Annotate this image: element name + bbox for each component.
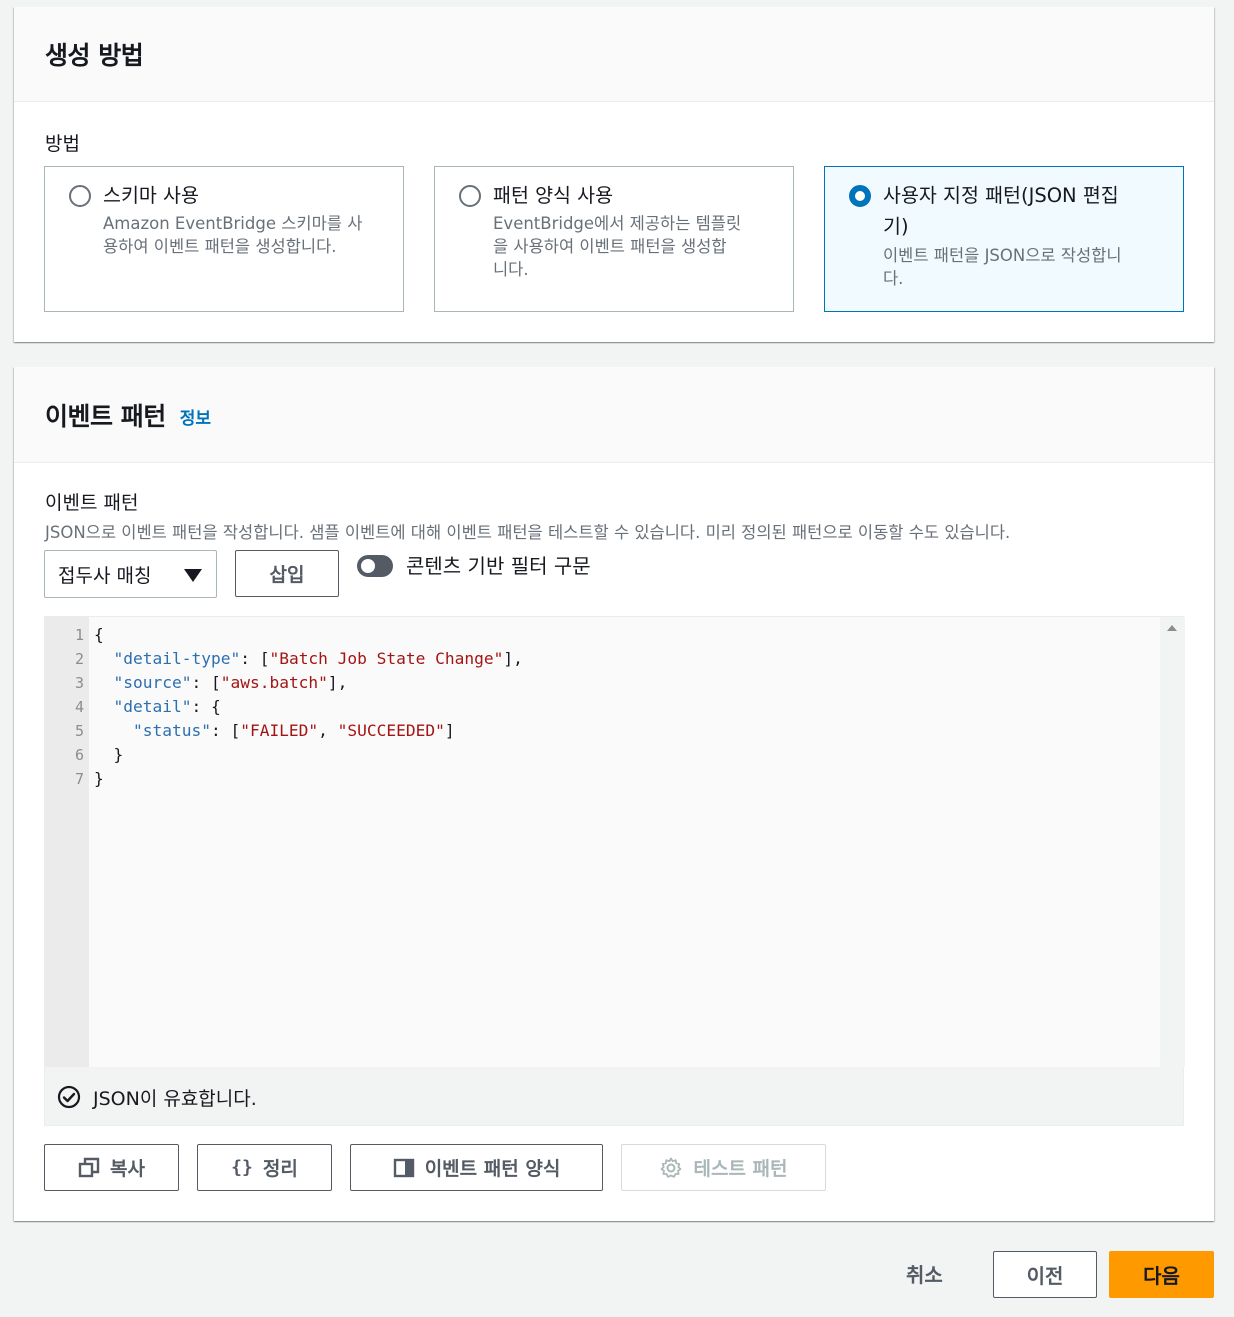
- panel-icon: [393, 1158, 414, 1177]
- json-string: "aws.batch": [220, 673, 328, 692]
- radio-custom-pattern[interactable]: [849, 185, 871, 207]
- json-punct: ],: [327, 673, 348, 692]
- line-number: 2: [74, 650, 84, 668]
- test-pattern-label: 테스트 패턴: [693, 1158, 788, 1180]
- format-button-label: 정리: [262, 1158, 298, 1180]
- tile-pattern-form-title: 패턴 양식 사용: [493, 184, 614, 207]
- event-pattern-panel: 이벤트 패턴 정보 이벤트 패턴 JSON으로 이벤트 패턴을 작성합니다. 샘…: [14, 367, 1214, 1221]
- format-button[interactable]: {} 정리: [197, 1144, 332, 1191]
- scroll-up-icon[interactable]: [1167, 625, 1177, 631]
- json-key: "detail": [113, 697, 192, 716]
- code-line: "detail-type": ["Batch Job State Change"…: [94, 647, 523, 671]
- tile-custom-pattern-desc-1: 이벤트 패턴을 JSON으로 작성합니: [883, 246, 1122, 265]
- code-line: {: [94, 623, 104, 647]
- event-pattern-title: 이벤트 패턴: [45, 401, 166, 431]
- tile-pattern-form-desc-2: 을 사용하여 이벤트 패턴을 생성합: [493, 237, 727, 256]
- code-line: }: [94, 767, 104, 791]
- json-key: "source": [113, 673, 192, 692]
- copy-button-label: 복사: [110, 1158, 145, 1180]
- json-key: "status": [132, 721, 211, 740]
- event-pattern-field-label: 이벤트 패턴: [45, 492, 139, 514]
- code-line: }: [94, 743, 123, 767]
- test-pattern-button[interactable]: 테스트 패턴: [621, 1144, 826, 1191]
- check-circle-icon: [57, 1085, 81, 1109]
- creation-method-title: 생성 방법: [45, 41, 144, 70]
- content-filter-toggle[interactable]: [357, 555, 393, 577]
- info-link[interactable]: 정보: [180, 404, 211, 429]
- event-pattern-description: JSON으로 이벤트 패턴을 작성합니다. 샘플 이벤트에 대해 이벤트 패턴을…: [45, 523, 1011, 542]
- toggle-knob: [361, 559, 375, 573]
- json-punct: }: [94, 769, 104, 788]
- insert-button-label: 삽입: [269, 564, 305, 586]
- json-punct: [94, 721, 133, 740]
- radio-pattern-form[interactable]: [459, 185, 481, 207]
- tile-custom-pattern[interactable]: 사용자 지정 패턴(JSON 편집 기) 이벤트 패턴을 JSON으로 작성합니…: [824, 166, 1184, 312]
- json-punct: }: [94, 745, 124, 764]
- content-filter-toggle-label: 콘텐츠 기반 필터 구문: [406, 554, 591, 578]
- json-punct: [94, 673, 114, 692]
- editor-scrollbar[interactable]: [1160, 617, 1185, 1067]
- json-punct: [94, 649, 114, 668]
- code-line: "source": ["aws.batch"],: [94, 671, 348, 695]
- tile-use-schema-desc-1: Amazon EventBridge 스키마를 사: [103, 214, 363, 233]
- event-pattern-form-label: 이벤트 패턴 양식: [424, 1158, 561, 1180]
- tile-custom-pattern-desc-2: 다.: [883, 269, 904, 288]
- select-value: 접두사 매칭: [58, 565, 152, 587]
- line-number: 6: [74, 746, 84, 764]
- json-punct: [94, 697, 114, 716]
- copy-icon: [78, 1157, 100, 1177]
- json-string: "FAILED": [240, 721, 319, 740]
- json-string: "Batch Job State Change": [269, 649, 504, 668]
- creation-method-header: 생성 방법: [14, 7, 1214, 102]
- line-number: 1: [74, 626, 84, 644]
- next-button-label: 다음: [1143, 1264, 1180, 1288]
- tile-use-schema-desc-2: 용하여 이벤트 패턴을 생성합니다.: [103, 237, 337, 256]
- json-punct: : [: [191, 673, 221, 692]
- tile-use-schema[interactable]: 스키마 사용 Amazon EventBridge 스키마를 사 용하여 이벤트…: [44, 166, 404, 312]
- tile-custom-pattern-title-1: 사용자 지정 패턴(JSON 편집: [883, 184, 1119, 207]
- cancel-button[interactable]: 취소: [906, 1259, 943, 1288]
- next-button[interactable]: 다음: [1109, 1251, 1214, 1298]
- json-punct: : [: [210, 721, 241, 740]
- json-punct: ],: [503, 649, 523, 668]
- json-code-editor[interactable]: 1234567 { "detail-type": ["Batch Job Sta…: [44, 616, 1185, 1127]
- code-line: "detail": {: [94, 695, 221, 719]
- braces-icon: {}: [231, 1157, 253, 1178]
- radio-use-schema[interactable]: [69, 185, 91, 207]
- json-punct: {: [94, 625, 104, 644]
- line-number: 7: [74, 770, 84, 788]
- tile-pattern-form-desc-3: 니다.: [493, 260, 529, 279]
- code-line: "status": ["FAILED", "SUCCEEDED"]: [94, 719, 455, 743]
- json-punct: : {: [191, 697, 221, 716]
- creation-method-panel: 생성 방법 방법 스키마 사용 Amazon EventBridge 스키마를 …: [14, 7, 1214, 342]
- tile-pattern-form-desc-1: EventBridge에서 제공하는 템플릿: [493, 214, 742, 233]
- gear-icon: [661, 1157, 682, 1178]
- prefix-matching-select[interactable]: 접두사 매칭: [44, 550, 217, 598]
- tile-pattern-form[interactable]: 패턴 양식 사용 EventBridge에서 제공하는 템플릿 을 사용하여 이…: [434, 166, 794, 312]
- method-label: 방법: [45, 133, 80, 155]
- tile-custom-pattern-title-2: 기): [883, 215, 909, 238]
- line-number: 5: [74, 722, 84, 740]
- json-valid-text: JSON이 유효합니다.: [93, 1087, 257, 1110]
- tile-use-schema-title: 스키마 사용: [103, 184, 199, 207]
- line-number-gutter: 1 2 3 4 5 6 7: [45, 617, 89, 1067]
- json-punct: ]: [444, 721, 455, 740]
- previous-button[interactable]: 이전: [993, 1251, 1097, 1298]
- json-key: "detail-type": [113, 649, 241, 668]
- json-string: "SUCCEEDED": [337, 721, 445, 740]
- event-pattern-header: 이벤트 패턴 정보: [14, 367, 1214, 463]
- json-punct: : [: [240, 649, 270, 668]
- caret-down-icon: [184, 569, 202, 582]
- json-validation-status: JSON이 유효합니다.: [45, 1067, 1185, 1127]
- copy-button[interactable]: 복사: [44, 1144, 179, 1191]
- line-number: 4: [74, 698, 84, 716]
- insert-button[interactable]: 삽입: [235, 550, 339, 597]
- event-pattern-form-button[interactable]: 이벤트 패턴 양식: [350, 1144, 603, 1191]
- line-number: 3: [74, 674, 84, 692]
- json-punct: ,: [318, 721, 338, 740]
- code-area[interactable]: { "detail-type": ["Batch Job State Chang…: [89, 617, 1160, 1067]
- previous-button-label: 이전: [1026, 1264, 1064, 1288]
